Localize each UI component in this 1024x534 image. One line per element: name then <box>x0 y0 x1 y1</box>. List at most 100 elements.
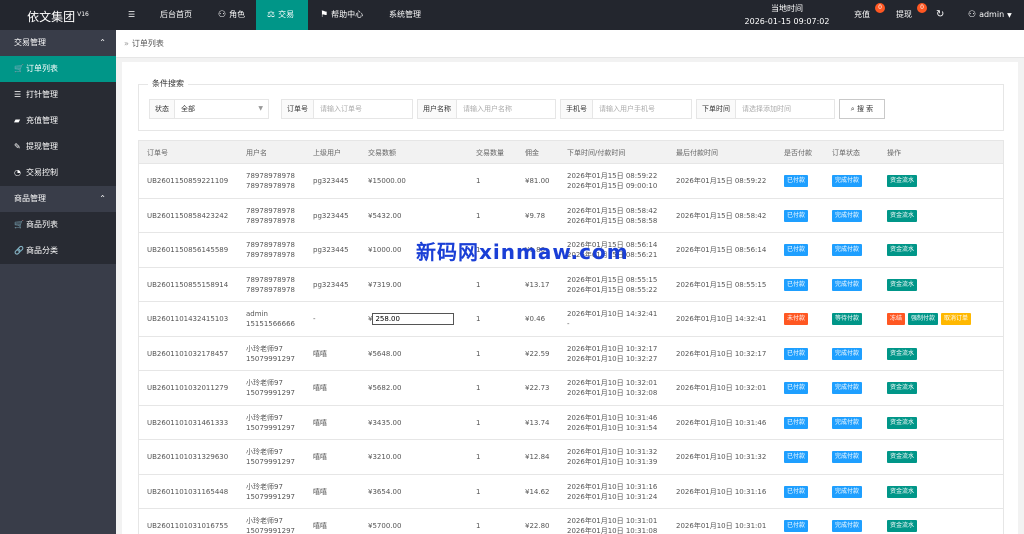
order-time: 2026年01月10日 10:31:01 2026年01月10日 10:31:08 <box>567 517 658 534</box>
paid-cell: 已付款 <box>784 337 811 371</box>
order-number: UB2601101031329630 <box>147 453 229 461</box>
brand-logo[interactable]: 依文集团 V16 <box>0 0 116 30</box>
status-cell: 完成付款 <box>832 337 865 371</box>
status-cell: 完成付款 <box>832 268 865 302</box>
phone-filter[interactable]: 手机号 请输入用户手机号 <box>560 99 692 119</box>
status-badge: 完成付款 <box>832 209 863 222</box>
user-menu[interactable]: ⚇ admin ▼ <box>968 0 1012 30</box>
status-filter[interactable]: 状态 全部 ▼ <box>149 99 269 119</box>
status-badge: 完成付款 <box>832 244 863 256</box>
action-button[interactable]: 资金流水 <box>887 416 918 429</box>
action-button[interactable]: 资金流水 <box>887 451 918 463</box>
sidebar-item-order-list[interactable]: 🛒 订单列表 <box>0 56 116 82</box>
last-pay-time: 2026年01月10日 10:31:32 <box>676 453 767 461</box>
username-input[interactable]: 请输入用户名称 <box>456 99 556 119</box>
user-cell: 78978978978 78978978978 <box>246 172 295 190</box>
user-cell: 小玲老师97 15079991297 <box>246 413 295 432</box>
action-button[interactable]: 取消订单 <box>941 313 972 325</box>
time-label: 下单时间 <box>696 99 735 119</box>
refresh-icon[interactable]: ↻ <box>936 0 944 30</box>
quantity: 1 <box>476 211 481 220</box>
nav-role[interactable]: ⚇ 角色 <box>218 0 245 30</box>
nav-help[interactable]: ⚑ 帮助中心 <box>320 0 363 30</box>
time-input[interactable]: 请选择添加时间 <box>735 99 835 119</box>
recharge-link[interactable]: 充值 <box>854 0 870 30</box>
status-select[interactable]: 全部 ▼ <box>174 99 269 119</box>
nav-system[interactable]: 系统管理 <box>389 0 421 30</box>
action-button[interactable]: 资金流水 <box>887 209 918 222</box>
search-icon: ⌕ <box>850 105 855 113</box>
action-button[interactable]: 资金流水 <box>887 278 918 291</box>
user-cell: 78978978978 78978978978 <box>246 241 295 259</box>
sidebar-item-recharge[interactable]: ▰ 充值管理 <box>0 108 116 134</box>
paid-badge: 已付款 <box>784 416 809 429</box>
table-body: UB2601150859221109 78978978978 78978978978… <box>138 164 1004 534</box>
action-button[interactable]: 资金流水 <box>887 520 918 532</box>
paid-cell: 已付款 <box>784 475 811 509</box>
last-pay-time: 2026年01月15日 08:56:14 <box>676 246 767 254</box>
th-order: 订单号 <box>147 149 168 157</box>
quantity: 1 <box>476 522 481 530</box>
action-button[interactable]: 强制付款 <box>908 313 939 325</box>
cart-icon: 🛒 <box>14 64 24 73</box>
amount-cell: ¥3435.00 <box>368 418 402 427</box>
orders-table: 订单号 用户名 上级用户 交易数额 交易数量 佣金 下单时间/付款时间 最后付款… <box>138 140 1004 534</box>
main-card: 状态 全部 ▼ 订单号 请输入订单号 用户名称 请输入用户名称 手机号 请输入用户… <box>122 62 1018 534</box>
quantity: 1 <box>476 315 481 323</box>
nav-home[interactable]: 后台首页 <box>160 0 192 30</box>
table-header: 订单号 用户名 上级用户 交易数额 交易数量 佣金 下单时间/付款时间 最后付款… <box>138 140 1004 164</box>
action-button[interactable]: 资金流水 <box>887 175 918 187</box>
recharge-count-badge: 0 <box>875 3 885 13</box>
action-button[interactable]: 资金流水 <box>887 485 918 498</box>
status-badge: 完成付款 <box>832 520 863 532</box>
commission: ¥22.59 <box>525 349 550 358</box>
menu-toggle-icon[interactable]: ☰ <box>128 0 135 30</box>
order-filter[interactable]: 订单号 请输入订单号 <box>281 99 413 119</box>
search-button[interactable]: ⌕ 搜 索 <box>839 99 885 119</box>
phone-input[interactable]: 请输入用户手机号 <box>592 99 692 119</box>
order-input[interactable]: 请输入订单号 <box>313 99 413 119</box>
sidebar-item-trade-control[interactable]: ◔ 交易控制 <box>0 160 116 186</box>
parent-user: 嘻嘻 <box>313 522 327 530</box>
action-button[interactable]: 资金流水 <box>887 244 918 256</box>
parent-user: pg323445 <box>313 211 349 220</box>
action-button[interactable]: 资金流水 <box>887 382 918 394</box>
th-parent: 上级用户 <box>313 149 341 157</box>
status-cell: 完成付款 <box>832 371 865 405</box>
action-button[interactable]: 冻结 <box>887 313 906 325</box>
paid-cell: 已付款 <box>784 199 811 233</box>
sidebar-item-goods-category[interactable]: 🔗 商品分类 <box>0 238 116 264</box>
filter-panel: 状态 全部 ▼ 订单号 请输入订单号 用户名称 请输入用户名称 手机号 请输入用户… <box>138 84 1004 131</box>
username-filter[interactable]: 用户名称 请输入用户名称 <box>417 99 556 119</box>
last-pay-time: 2026年01月10日 14:32:41 <box>676 315 767 323</box>
sidebar-item-goods-list[interactable]: 🛒 商品列表 <box>0 212 116 238</box>
paid-badge: 已付款 <box>784 451 809 463</box>
status-badge: 完成付款 <box>832 347 863 360</box>
paid-badge: 未付款 <box>784 313 809 325</box>
table-row: UB2601150855158914 78978978978 78978978978… <box>138 267 1004 302</box>
sidebar-item-injection[interactable]: ☰ 打针管理 <box>0 82 116 108</box>
action-button[interactable]: 资金流水 <box>887 347 918 360</box>
order-number: UB2601150856145589 <box>147 246 229 254</box>
last-pay-time: 2026年01月10日 10:31:46 <box>676 418 767 427</box>
order-time: 2026年01月15日 08:55:15 2026年01月15日 08:55:22 <box>567 275 658 294</box>
sidebar-group-trade[interactable]: 交易管理 ⌃ <box>0 30 116 56</box>
order-time: 2026年01月10日 10:31:46 2026年01月10日 10:31:54 <box>567 413 658 432</box>
withdraw-link[interactable]: 提现 <box>896 0 912 30</box>
phone-label: 手机号 <box>560 99 592 119</box>
parent-user: - <box>313 315 316 323</box>
paid-badge: 已付款 <box>784 278 809 291</box>
table-row: UB2601150859221109 78978978978 78978978978… <box>138 164 1004 199</box>
time-filter[interactable]: 下单时间 请选择添加时间 <box>696 99 835 119</box>
amount-input[interactable]: 258.00 <box>372 313 455 325</box>
actions-cell: 资金流水 <box>887 233 920 267</box>
amount-cell: ¥7319.00 <box>368 280 402 289</box>
sidebar-item-withdraw[interactable]: ✎ 提现管理 <box>0 134 116 160</box>
order-time: 2026年01月10日 10:31:32 2026年01月10日 10:31:39 <box>567 448 658 466</box>
nav-trade[interactable]: ⚖ 交易 <box>256 0 308 30</box>
sidebar-group-goods[interactable]: 商品管理 ⌃ <box>0 186 116 212</box>
order-time: 2026年01月10日 14:32:41- <box>567 310 658 328</box>
parent-user: 嘻嘻 <box>313 418 327 427</box>
last-pay-time: 2026年01月15日 08:58:42 <box>676 211 767 220</box>
quantity: 1 <box>476 418 481 427</box>
